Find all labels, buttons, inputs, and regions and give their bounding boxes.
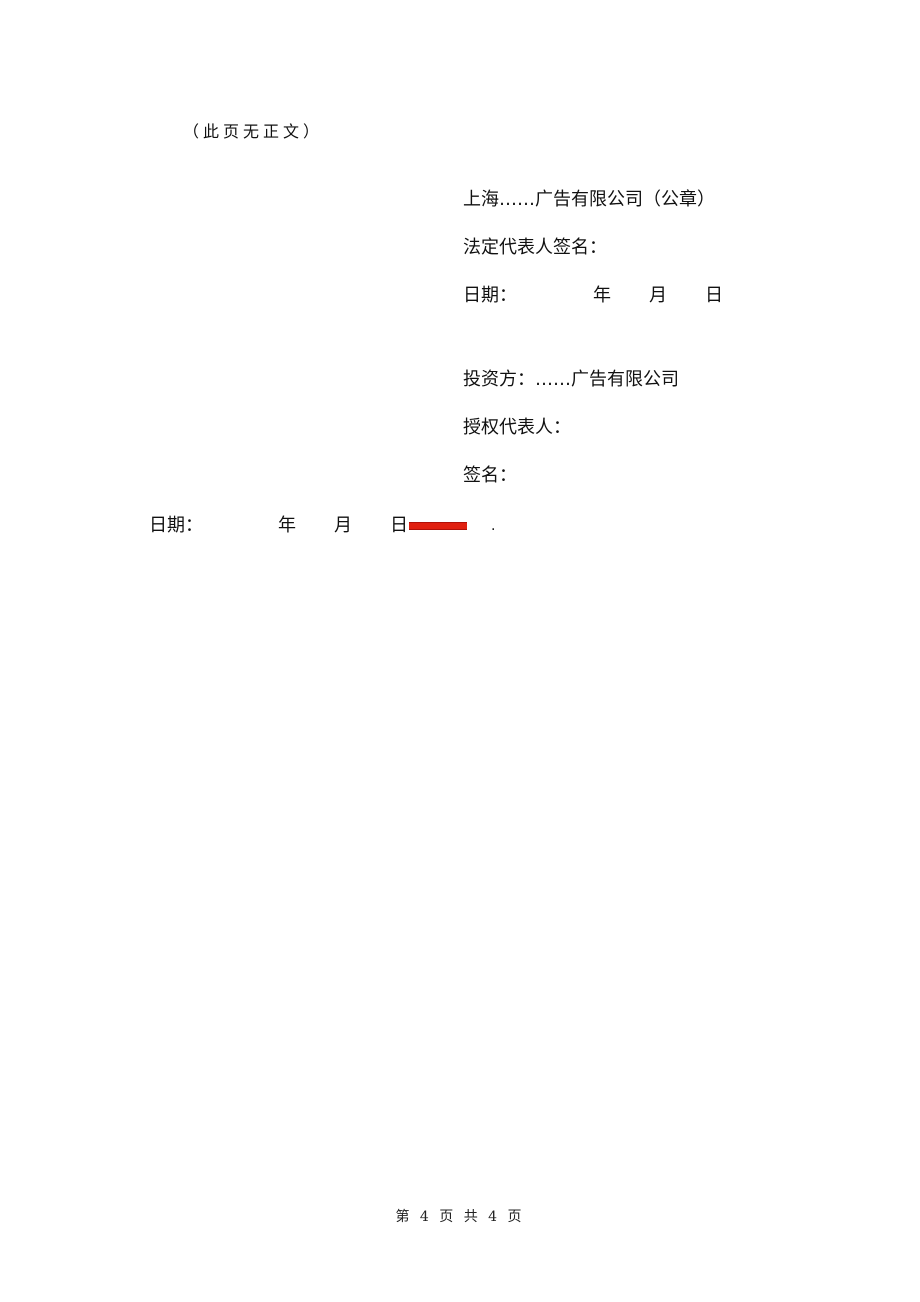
party-b-company: 投资方：……广告有限公司 [463, 369, 679, 390]
bottom-month: 月 [334, 515, 352, 536]
bottom-date-row: 日期： 年 月 日 . [149, 514, 495, 538]
party-a-date-label: 日期： [463, 285, 517, 306]
trailing-period: . [491, 518, 496, 534]
party-a-year: 年 [593, 285, 611, 306]
party-b-signature-label: 签名： [463, 465, 517, 486]
party-a-month: 月 [649, 285, 667, 306]
bottom-date-label: 日期： [149, 515, 203, 536]
party-a-company: 上海……广告有限公司（公章） [463, 189, 715, 210]
party-a-signature-label: 法定代表人签名： [463, 237, 607, 258]
red-redaction-mark [409, 522, 467, 530]
no-body-note: （此页无正文） [183, 122, 324, 141]
party-a-day: 日 [705, 285, 723, 306]
page-footer: 第 4 页 共 4 页 [395, 1209, 525, 1225]
party-b-representative-label: 授权代表人： [463, 417, 571, 438]
bottom-year: 年 [278, 515, 296, 536]
party-a-date-row: 日期： 年 月 日 [463, 284, 723, 308]
bottom-day: 日 [390, 515, 408, 536]
